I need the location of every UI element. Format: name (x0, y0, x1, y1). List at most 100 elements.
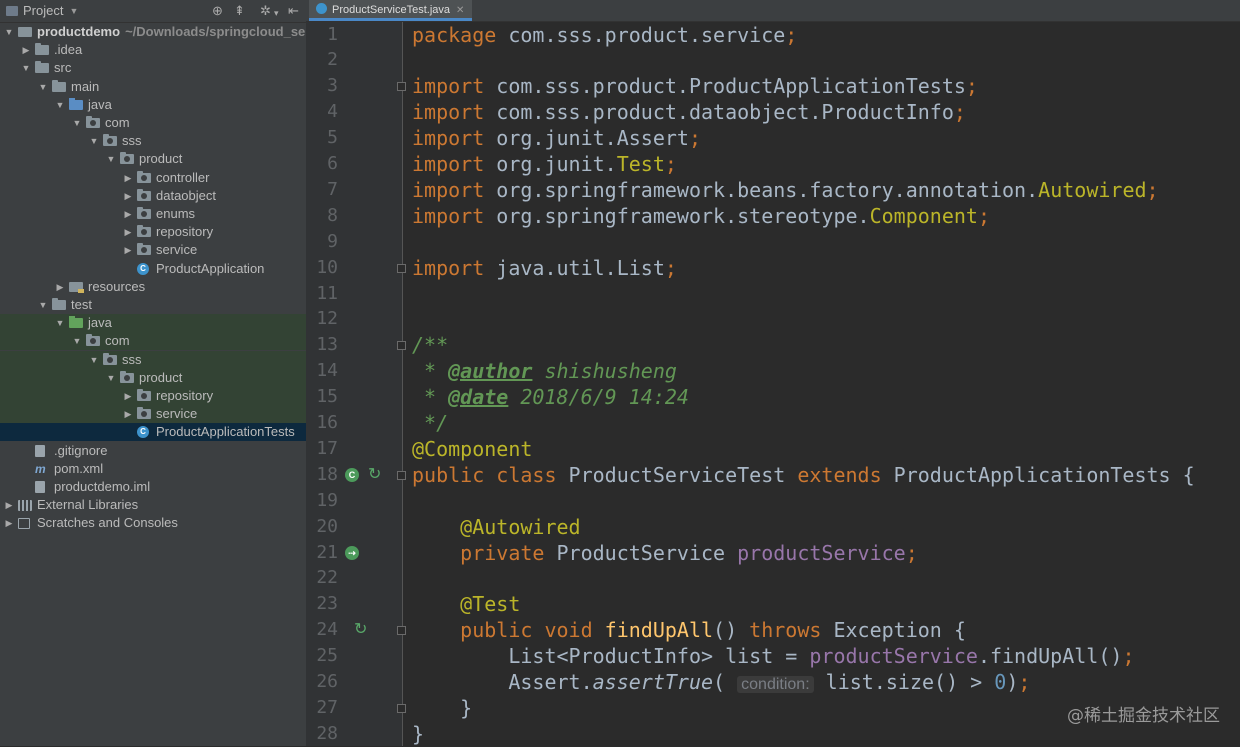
tree-item-gitignore[interactable]: .gitignore (0, 442, 306, 460)
tree-item-external-libraries[interactable]: ▶ External Libraries (0, 496, 306, 514)
expand-arrow-icon[interactable]: ▼ (89, 132, 99, 150)
code-line[interactable]: private ProductService productService; (412, 540, 918, 566)
code-line[interactable]: import org.junit.Test; (412, 151, 677, 177)
expand-arrow-icon[interactable]: ▼ (38, 296, 48, 314)
hide-panel-icon[interactable]: ⇤ (288, 3, 299, 18)
tree-item-productapplicationtests[interactable]: C ProductApplicationTests (0, 423, 306, 442)
tree-item-productapplication[interactable]: C ProductApplication (0, 260, 306, 278)
code-line[interactable]: import com.sss.product.dataobject.Produc… (412, 99, 966, 125)
gear-icon[interactable]: ✲ (260, 3, 271, 18)
gear-dropdown-icon[interactable]: ▾ (274, 6, 279, 21)
code-line[interactable]: } (412, 695, 472, 721)
autowired-bean-icon[interactable]: ⇢ (345, 545, 359, 560)
tree-item-com[interactable]: ▼ com (0, 114, 306, 132)
code-line[interactable]: import com.sss.product.ProductApplicatio… (412, 73, 978, 99)
code-line[interactable]: import org.springframework.stereotype.Co… (412, 203, 990, 229)
collapse-all-icon[interactable]: ⇞ (234, 3, 245, 18)
tree-item-sss[interactable]: ▼ sss (0, 350, 306, 369)
fold-marker-icon[interactable] (397, 82, 406, 92)
collapse-arrow-icon[interactable]: ▶ (123, 405, 133, 423)
code-line[interactable]: /** (412, 332, 448, 358)
fold-marker-icon[interactable] (397, 470, 406, 480)
code-line[interactable]: */ (412, 410, 448, 436)
libraries-icon (18, 500, 32, 512)
collapse-arrow-icon[interactable]: ▶ (4, 496, 14, 514)
fold-marker-icon[interactable] (397, 263, 406, 273)
tree-item-sss[interactable]: ▼ sss (0, 132, 306, 150)
expand-arrow-icon[interactable]: ▼ (106, 369, 116, 387)
expand-arrow-icon[interactable]: ▼ (72, 114, 82, 132)
collapse-arrow-icon[interactable]: ▶ (123, 187, 133, 205)
tree-item-repository[interactable]: ▶ repository (0, 223, 306, 241)
code-token: 0 (994, 670, 1007, 694)
code-line[interactable]: @Autowired (412, 514, 580, 540)
code-token: ; (965, 74, 978, 99)
project-view-selector[interactable]: Project ▼ (6, 3, 78, 18)
code-line[interactable]: package com.sss.product.service; (412, 22, 797, 48)
folder-icon (35, 43, 49, 56)
code-line[interactable]: public class ProductServiceTest extends … (412, 462, 1195, 488)
code-line[interactable]: import org.springframework.beans.factory… (412, 177, 1159, 203)
tree-item-idea[interactable]: ▶ .idea (0, 41, 306, 59)
code-token: List<ProductInfo> list = (412, 644, 810, 669)
fold-marker-icon[interactable] (397, 626, 406, 636)
resources-folder-icon (69, 281, 84, 293)
expand-arrow-icon[interactable]: ▼ (4, 23, 14, 41)
run-test-icon[interactable]: ↻ (368, 466, 381, 482)
collapse-arrow-icon[interactable]: ▶ (21, 41, 31, 59)
tree-item-controller[interactable]: ▶ controller (0, 169, 306, 187)
collapse-arrow-icon[interactable]: ▶ (123, 169, 133, 187)
tree-item-main[interactable]: ▼ main (0, 78, 306, 96)
tree-item-src[interactable]: ▼ src (0, 59, 306, 77)
locate-file-icon[interactable]: ⊕ (212, 3, 223, 18)
tree-item-repository[interactable]: ▶ repository (0, 387, 306, 405)
tree-item-java[interactable]: ▼ java (0, 96, 306, 114)
code-line[interactable]: } (412, 721, 424, 747)
code-line[interactable]: * @date 2018/6/9 14:24 (412, 384, 689, 410)
collapse-arrow-icon[interactable]: ▶ (123, 205, 133, 223)
code-token: import (412, 126, 497, 151)
expand-arrow-icon[interactable]: ▼ (106, 150, 116, 168)
fold-marker-icon[interactable] (397, 341, 406, 351)
tree-item-pom-xml[interactable]: m pom.xml (0, 460, 306, 478)
tree-item-productdemo[interactable]: ▼ productdemo ~/Downloads/springcloud_sell… (0, 23, 306, 41)
tree-item-dataobject[interactable]: ▶ dataobject (0, 187, 306, 205)
code-line[interactable]: * @author shishusheng (412, 358, 677, 384)
close-icon[interactable]: ✕ (456, 5, 464, 16)
expand-arrow-icon[interactable]: ▼ (21, 59, 31, 77)
fold-marker-icon[interactable] (397, 703, 406, 713)
collapse-arrow-icon[interactable]: ▶ (123, 223, 133, 241)
editor-tab-active[interactable]: ProductServiceTest.java ✕ (309, 0, 473, 21)
tree-item-scratches-and-consoles[interactable]: ▶ Scratches and Consoles (0, 514, 306, 532)
code-line[interactable]: import java.util.List; (412, 255, 677, 281)
collapse-arrow-icon[interactable]: ▶ (4, 514, 14, 532)
line-number: 28 (316, 722, 338, 744)
tree-item-enums[interactable]: ▶ enums (0, 205, 306, 223)
expand-arrow-icon[interactable]: ▼ (55, 96, 65, 114)
tree-item-resources[interactable]: ▶ resources (0, 278, 306, 296)
code-line[interactable]: @Component (412, 436, 532, 462)
code-line[interactable]: public void findUpAll() throws Exception… (412, 617, 966, 643)
collapse-arrow-icon[interactable]: ▶ (123, 387, 133, 405)
tree-item-service[interactable]: ▶ service (0, 405, 306, 424)
spring-bean-icon[interactable]: C (345, 467, 359, 482)
collapse-arrow-icon[interactable]: ▶ (123, 241, 133, 259)
tree-item-com[interactable]: ▼ com (0, 332, 306, 351)
expand-arrow-icon[interactable]: ▼ (72, 332, 82, 350)
code-line[interactable]: Assert.assertTrue( condition: list.size(… (412, 669, 1030, 698)
expand-arrow-icon[interactable]: ▼ (38, 78, 48, 96)
code-line[interactable]: import org.junit.Assert; (412, 125, 701, 151)
tree-item-java[interactable]: ▼ java (0, 314, 306, 333)
tree-item-product[interactable]: ▼ product (0, 368, 306, 387)
tree-item-test[interactable]: ▼ test (0, 296, 306, 314)
code-line[interactable]: @Test (412, 591, 520, 617)
code-line[interactable]: List<ProductInfo> list = productService.… (412, 643, 1134, 669)
collapse-arrow-icon[interactable]: ▶ (55, 278, 65, 296)
expand-arrow-icon[interactable]: ▼ (89, 351, 99, 369)
run-test-icon[interactable]: ↻ (354, 622, 367, 638)
tree-item-productdemo-iml[interactable]: productdemo.iml (0, 478, 306, 496)
expand-arrow-icon[interactable]: ▼ (55, 314, 65, 332)
tree-item-product[interactable]: ▼ product (0, 150, 306, 168)
tree-item-label: service (156, 406, 198, 422)
tree-item-service[interactable]: ▶ service (0, 241, 306, 259)
